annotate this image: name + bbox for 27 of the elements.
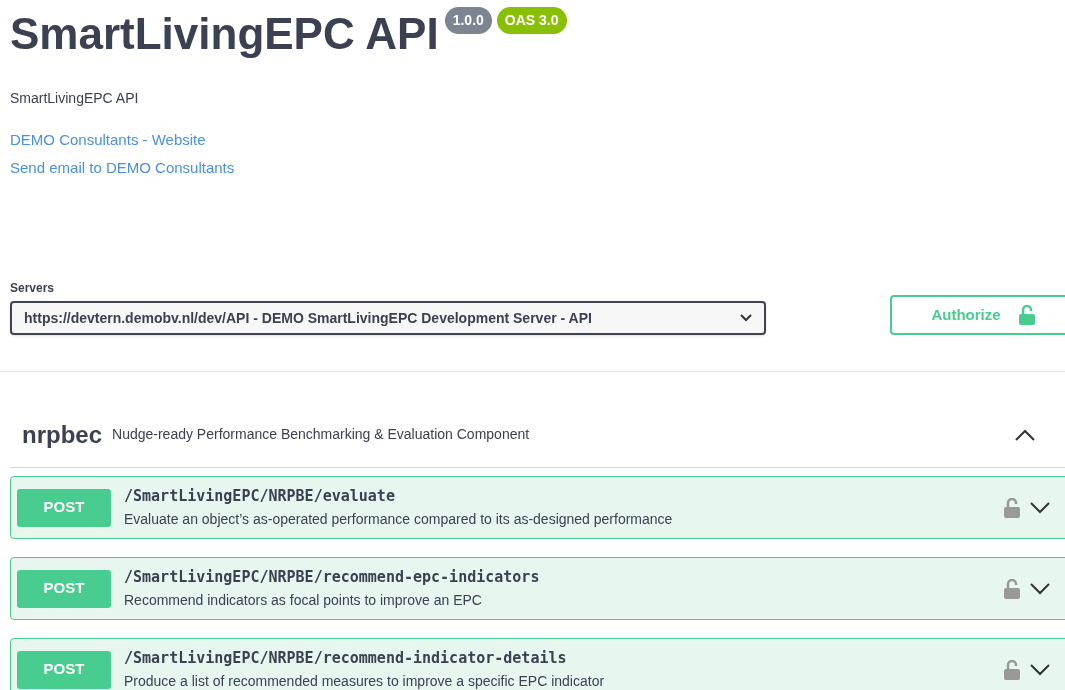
chevron-down-icon[interactable] xyxy=(1030,501,1050,514)
padlock-icon[interactable] xyxy=(1004,659,1020,680)
endpoint-path: /SmartLivingEPC/NRPBE/recommend-epc-indicators xyxy=(124,566,540,588)
method-badge: POST xyxy=(17,569,111,608)
version-badge: 1.0.0 xyxy=(444,7,492,34)
chevron-down-icon[interactable] xyxy=(1030,663,1050,676)
operation-row[interactable]: POST /SmartLivingEPC/NRPBE/recommend-indicator-details Produce a list of recommended measures to improve a specific EPC indicator xyxy=(10,638,1065,690)
endpoint-path: /SmartLivingEPC/NRPBE/recommend-indicator-details xyxy=(124,647,568,669)
chevron-down-icon[interactable] xyxy=(1030,582,1050,595)
api-title: SmartLivingEPC API xyxy=(10,8,439,60)
operation-row[interactable]: POST /SmartLivingEPC/NRPBE/recommend-epc-indicators Recommend indicators as focal points to improve an EPC xyxy=(10,557,1065,620)
chevron-down-icon xyxy=(740,314,752,322)
unlocked-padlock-icon xyxy=(1018,305,1035,325)
endpoint-path: /SmartLivingEPC/NRPBE/evaluate xyxy=(124,485,396,507)
oas-badge: OAS 3.0 xyxy=(496,7,567,34)
method-badge: POST xyxy=(17,488,111,527)
padlock-icon[interactable] xyxy=(1004,497,1020,518)
servers-label: Servers xyxy=(10,280,56,297)
method-badge: POST xyxy=(17,650,111,689)
endpoint-summary: Evaluate an object’s as-operated performance compared to its as-designed performance xyxy=(124,510,673,530)
server-select[interactable]: https://devtern.demobv.nl/dev/API - DEMO SmartLivingEPC Development Server - API xyxy=(10,301,766,335)
operation-row[interactable]: POST /SmartLivingEPC/NRPBE/evaluate Evaluate an object’s as-operated performance compared to its as-designed performance xyxy=(10,476,1065,539)
api-description: SmartLivingEPC API xyxy=(10,89,140,108)
tag-header[interactable]: nrpbec Nudge-ready Performance Benchmarking & Evaluation Component xyxy=(10,402,1065,468)
endpoint-summary: Recommend indicators as focal points to improve an EPC xyxy=(124,591,483,611)
endpoint-summary: Produce a list of recommended measures to improve a specific EPC indicator xyxy=(124,672,605,690)
padlock-icon[interactable] xyxy=(1004,578,1020,599)
